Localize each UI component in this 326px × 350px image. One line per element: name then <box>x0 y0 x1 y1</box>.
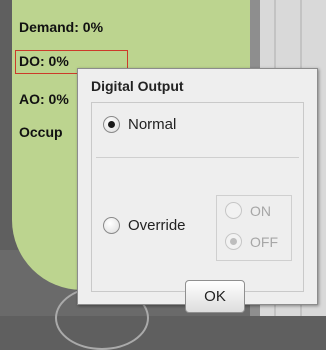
dialog-content-panel: Normal Override ON OFF OK <box>91 102 304 313</box>
do-label[interactable]: DO: 0% <box>19 53 69 69</box>
override-option[interactable]: Override <box>103 217 186 234</box>
on-label: ON <box>250 202 271 219</box>
digital-output-dialog: Digital Output Normal Override ON OFF OK <box>77 68 318 313</box>
occupancy-label: Occup <box>19 124 63 140</box>
normal-label[interactable]: Normal <box>128 116 176 133</box>
on-option: ON <box>225 202 271 219</box>
dialog-title: Digital Output <box>91 78 184 94</box>
override-value-group: ON OFF <box>216 195 292 261</box>
off-label: OFF <box>250 233 278 250</box>
ao-label: AO: 0% <box>19 91 69 107</box>
override-label[interactable]: Override <box>128 217 186 234</box>
on-radio <box>225 202 242 219</box>
normal-radio[interactable] <box>103 116 120 133</box>
ok-button[interactable]: OK <box>185 280 245 313</box>
normal-option[interactable]: Normal <box>103 116 176 133</box>
override-radio[interactable] <box>103 217 120 234</box>
options-separator <box>96 157 299 158</box>
off-radio <box>225 233 242 250</box>
off-option: OFF <box>225 233 278 250</box>
demand-label: Demand: 0% <box>19 19 104 35</box>
